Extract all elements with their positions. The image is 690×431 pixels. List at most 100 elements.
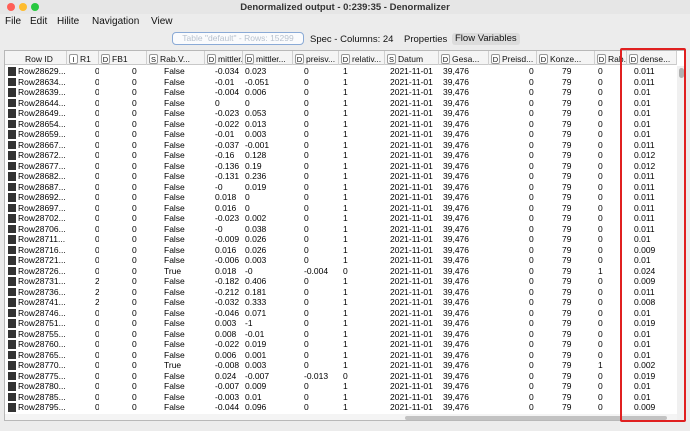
table-row[interactable]: Row28716...00False0.0160.026012021-11-01… xyxy=(5,245,677,256)
table-cell: 0 xyxy=(67,392,99,403)
row-id-cell: Row28697... xyxy=(5,203,67,214)
table-cell: 2021-11-01 xyxy=(390,213,433,223)
table-row[interactable]: Row28634...00False-0.01-0.051012021-11-0… xyxy=(5,77,677,88)
column-header-8[interactable]: S Datum xyxy=(385,51,439,65)
horizontal-scroll-thumb[interactable] xyxy=(405,416,667,420)
column-type-badge: D xyxy=(539,53,548,64)
table-row[interactable]: Row28682...00False-0.1310.236012021-11-0… xyxy=(5,171,677,182)
table-cell: -0.003 xyxy=(215,391,240,402)
table-row[interactable]: Row28736...24 0 False -0.212 0.181 0 1 2021-11-… xyxy=(5,287,677,298)
column-header-2[interactable]: D FB1 xyxy=(99,51,147,65)
column-header-label: Datum xyxy=(398,53,424,64)
table-cell: 0.096 xyxy=(245,402,267,412)
table-cell: 0.006 xyxy=(215,349,237,360)
table-row[interactable]: Row28677...00False-0.1360.19012021-11-01… xyxy=(5,161,677,172)
table-cell: 0 xyxy=(304,381,309,391)
table-row[interactable]: Row28746...00False-0.0460.071012021-11-0… xyxy=(5,308,677,319)
tab-properties[interactable]: Properties xyxy=(404,34,447,45)
vertical-scroll-thumb[interactable] xyxy=(679,68,684,78)
menu-hilite[interactable]: Hilite xyxy=(57,16,79,27)
column-header-3[interactable]: S Rab.V... xyxy=(147,51,205,65)
tab-table[interactable]: Table "default" - Rows: 15299 xyxy=(172,32,304,45)
table-row[interactable]: Row28770...00True-0.0080.003012021-11-01… xyxy=(5,360,677,371)
column-header-9[interactable]: D Gesa... xyxy=(439,51,489,65)
vertical-scrollbar[interactable] xyxy=(677,66,685,420)
table-cell: 0 xyxy=(598,391,603,402)
table-row[interactable]: Row28775...00False0.024-0.007-0.01302021… xyxy=(5,371,677,382)
table-cell: 0 xyxy=(67,171,99,182)
table-row[interactable]: Row28741...24 0 False -0.032 0.333 0 1 2021-11-… xyxy=(5,297,677,308)
table-row[interactable]: Row28672...00False-0.160.128012021-11-01… xyxy=(5,150,677,161)
table-row[interactable]: Row28721...00False-0.0060.003012021-11-0… xyxy=(5,255,677,266)
table-cell: 39,476 xyxy=(443,139,469,150)
column-header-12[interactable]: DRab.V... xyxy=(595,51,627,65)
table-cell: 79 xyxy=(562,286,572,297)
table-row[interactable]: Row28702...00False-0.0230.002012021-11-0… xyxy=(5,213,677,224)
table-cell: 0 xyxy=(598,76,603,87)
table-row[interactable]: Row28726...00True0.018-0-0.00402021-11-0… xyxy=(5,266,677,277)
row-id-text: Row28687... xyxy=(18,181,66,192)
table-row[interactable]: Row28659...00False-0.010.003012021-11-01… xyxy=(5,129,677,140)
table-row[interactable]: Row28765...00False0.0060.001012021-11-01… xyxy=(5,350,677,361)
menu-view[interactable]: View xyxy=(151,16,173,27)
table-row[interactable]: Row28760...00False-0.0220.019012021-11-0… xyxy=(5,339,677,350)
column-header-13[interactable]: Ddense... xyxy=(627,51,677,65)
table-row[interactable]: Row28644...00False00012021-11-0139,47607… xyxy=(5,98,677,109)
table-cell: 0 xyxy=(304,87,309,97)
table-row[interactable]: Row28687...00False-00.019012021-11-0139,… xyxy=(5,182,677,193)
table-cell: 0 xyxy=(132,255,137,265)
column-type-badge: S xyxy=(149,53,158,64)
table-cell: 2021-11-01 xyxy=(390,328,433,339)
table-cell: 79 xyxy=(562,370,572,381)
table-cell: 1 xyxy=(343,76,348,87)
row-id-cell: Row28721... xyxy=(5,255,67,266)
table-cell: 0.003 xyxy=(245,129,267,139)
table-cell: 0.011 xyxy=(634,192,655,202)
row-color-marker xyxy=(8,350,16,359)
column-header-4[interactable]: Dmittler... xyxy=(205,51,243,65)
table-cell: 0 xyxy=(132,171,137,181)
table-cell: False xyxy=(164,255,185,265)
table-cell: 0.01 xyxy=(634,108,651,118)
table-row[interactable]: Row28785...00False-0.0030.01012021-11-01… xyxy=(5,392,677,403)
table-cell: 1 xyxy=(343,87,348,97)
table-row[interactable]: Row28639...00False-0.0040.006012021-11-0… xyxy=(5,87,677,98)
table-cell: 0 xyxy=(67,129,99,140)
table-row[interactable]: Row28755...00False0.008-0.01012021-11-01… xyxy=(5,329,677,340)
table-cell: -0.212 xyxy=(215,286,240,297)
table-row[interactable]: Row28692...00False0.0180012021-11-0139,4… xyxy=(5,192,677,203)
menu-edit[interactable]: Edit xyxy=(30,16,47,27)
table-cell: 0 xyxy=(598,234,603,244)
table-row[interactable]: Row28629...00False-0.0340.023012021-11-0… xyxy=(5,66,677,77)
column-header-5[interactable]: Dmittler... xyxy=(243,51,293,65)
column-header-7[interactable]: Drelativ... xyxy=(339,51,385,65)
column-type-badge: S xyxy=(387,53,396,64)
table-cell: 0 xyxy=(598,297,603,307)
table-row[interactable]: Row28780...00False-0.0070.009012021-11-0… xyxy=(5,381,677,392)
table-row[interactable]: Row28751...00False0.003-1012021-11-0139,… xyxy=(5,318,677,329)
table-cell: 1 xyxy=(598,265,603,276)
table-row[interactable]: Row28654...00False-0.0220.013012021-11-0… xyxy=(5,119,677,130)
table-row[interactable]: Row28711...00False-0.0090.026012021-11-0… xyxy=(5,234,677,245)
column-header-1[interactable]: I R1 xyxy=(67,51,99,65)
table-row[interactable]: Row28667...00False-0.037-0.001012021-11-… xyxy=(5,140,677,151)
horizontal-scrollbar[interactable] xyxy=(5,414,677,420)
table-row[interactable]: Row28795...00False-0.0440.096012021-11-0… xyxy=(5,402,677,413)
column-header-6[interactable]: Dpreisv... xyxy=(293,51,339,65)
table-cell: 0 xyxy=(67,224,99,235)
column-header-11[interactable]: D Konze... xyxy=(537,51,595,65)
table-row[interactable]: Row28731...24 0 False -0.182 0.406 0 1 2021-11-… xyxy=(5,276,677,287)
table-cell: 0.406 xyxy=(245,276,267,286)
table-row[interactable]: Row28649...00False-0.0230.053012021-11-0… xyxy=(5,108,677,119)
table-cell: 0 xyxy=(343,265,348,276)
column-header-10[interactable]: D Preisd... xyxy=(489,51,537,65)
table-cell: 0.003 xyxy=(245,360,267,370)
menu-file[interactable]: File xyxy=(5,16,21,27)
table-cell: 0.019 xyxy=(634,370,656,381)
column-header-0[interactable]: Row ID xyxy=(5,51,67,65)
table-row[interactable]: Row28697...00False0.0160012021-11-0139,4… xyxy=(5,203,677,214)
menu-navigation[interactable]: Navigation xyxy=(92,16,139,27)
tab-flow-variables[interactable]: Flow Variables xyxy=(452,33,520,45)
tab-spec[interactable]: Spec - Columns: 24 xyxy=(310,34,393,45)
table-row[interactable]: Row28706...00False-00.038012021-11-0139,… xyxy=(5,224,677,235)
